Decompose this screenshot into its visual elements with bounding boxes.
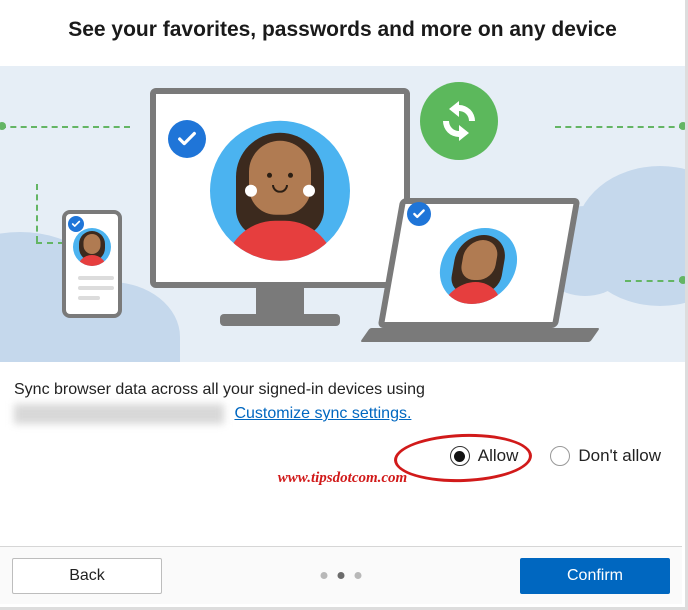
connector-line xyxy=(555,126,685,128)
footer-bar: Back Confirm xyxy=(0,546,682,604)
sync-icon xyxy=(420,82,498,160)
radio-indicator xyxy=(450,446,470,466)
radio-dont-allow[interactable]: Don't allow xyxy=(550,446,661,466)
connector-line xyxy=(0,126,130,128)
redacted-email xyxy=(14,404,224,424)
connector-line xyxy=(36,242,64,244)
radio-indicator xyxy=(550,446,570,466)
customize-sync-link[interactable]: Customize sync settings. xyxy=(234,405,411,422)
pager-dot-active xyxy=(338,572,345,579)
page-title: See your favorites, passwords and more o… xyxy=(0,0,685,66)
radio-dont-allow-label: Don't allow xyxy=(578,446,661,466)
checkmark-icon xyxy=(68,216,84,232)
pager-dot xyxy=(321,572,328,579)
monitor-stand xyxy=(256,288,304,316)
avatar-medium xyxy=(434,228,523,304)
tablet-base xyxy=(360,328,600,342)
connector-dot xyxy=(679,276,685,284)
progress-pager xyxy=(321,572,362,579)
sync-illustration xyxy=(0,66,685,362)
pager-dot xyxy=(355,572,362,579)
avatar-small xyxy=(73,228,111,266)
cloud-decoration xyxy=(575,166,685,306)
monitor-device xyxy=(150,88,410,288)
watermark-text: www.tipsdotcom.com xyxy=(0,470,685,487)
description-text: Sync browser data across all your signed… xyxy=(14,381,425,398)
monitor-base xyxy=(220,314,340,326)
connector-line xyxy=(625,280,685,282)
radio-row: Allow Don't allow xyxy=(0,432,685,472)
back-button[interactable]: Back xyxy=(12,558,162,594)
connector-line xyxy=(36,184,38,242)
checkmark-icon xyxy=(168,120,206,158)
checkmark-icon xyxy=(407,202,431,226)
connector-dot xyxy=(0,122,6,130)
confirm-button[interactable]: Confirm xyxy=(520,558,670,594)
radio-allow-label: Allow xyxy=(478,446,519,466)
description-block: Sync browser data across all your signed… xyxy=(0,362,685,432)
avatar-large xyxy=(210,121,350,261)
connector-dot xyxy=(679,122,685,130)
radio-allow[interactable]: Allow xyxy=(450,446,519,466)
